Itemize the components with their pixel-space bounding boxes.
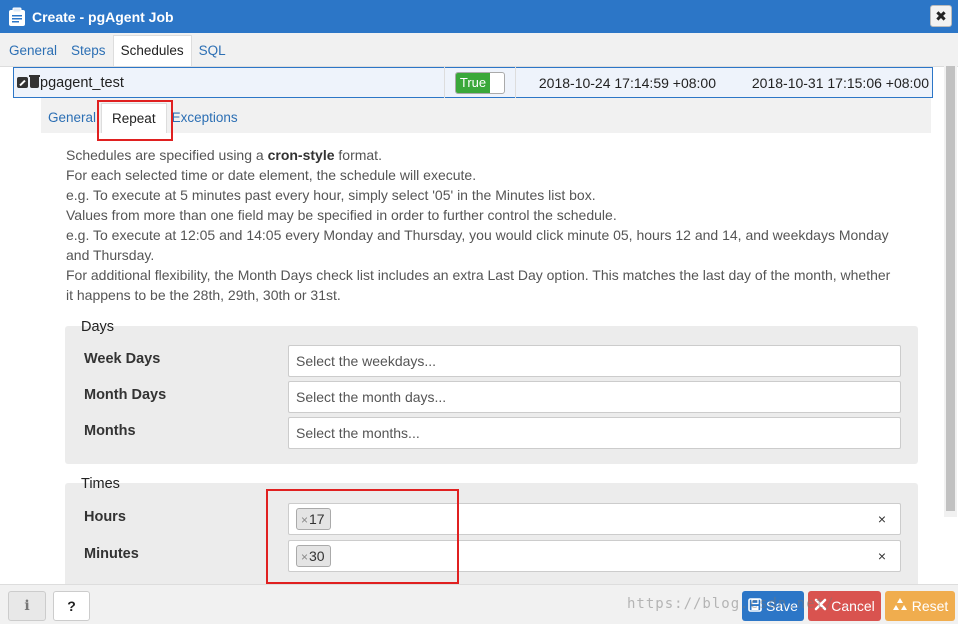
subtab-repeat[interactable]: Repeat: [101, 103, 167, 133]
close-button[interactable]: ✖: [930, 5, 952, 27]
schedule-start: 2018-10-24 17:14:59 +08:00: [538, 74, 716, 91]
clipboard-icon: [8, 7, 26, 27]
remove-chip-icon[interactable]: ×: [301, 550, 308, 564]
tab-general[interactable]: General: [2, 36, 64, 66]
schedules-content: pgagent_test True 2018-10-24 17:14:59 +0…: [0, 67, 958, 584]
help-line: e.g. To execute at 12:05 and 14:05 every…: [66, 227, 889, 263]
repeat-tab-body: Schedules are specified using a cron-sty…: [41, 133, 931, 584]
minutes-select[interactable]: ×30 ×: [288, 540, 901, 572]
vertical-scrollbar[interactable]: [944, 66, 957, 517]
help-line: e.g. To execute at 5 minutes past every …: [66, 187, 596, 203]
column-divider: [444, 67, 445, 98]
close-icon: ✖: [935, 7, 947, 24]
scrollbar-thumb[interactable]: [946, 66, 955, 511]
hours-select[interactable]: ×17 ×: [288, 503, 901, 535]
times-fieldset: Times Hours ×17 × Minutes ×30 ×: [65, 476, 918, 584]
tab-schedules[interactable]: Schedules: [112, 35, 192, 66]
reset-button[interactable]: Reset: [885, 591, 955, 621]
hours-chip-value: 17: [309, 511, 325, 527]
enabled-toggle-label: True: [456, 72, 490, 93]
week-days-label: Week Days: [84, 351, 161, 367]
title-bar: Create - pgAgent Job ✖: [0, 0, 958, 33]
help-line: For each selected time or date element, …: [66, 167, 477, 183]
window-title: Create - pgAgent Job: [32, 8, 174, 25]
schedule-name: pgagent_test: [40, 74, 124, 91]
recycle-icon: [892, 597, 908, 615]
help-text: Schedules are specified using a cron-sty…: [66, 145, 896, 305]
help-line: Values from more than one field may be s…: [66, 207, 617, 223]
help-button[interactable]: ?: [53, 591, 90, 621]
enabled-toggle[interactable]: True: [455, 71, 505, 94]
remove-chip-icon[interactable]: ×: [301, 513, 308, 527]
tab-steps[interactable]: Steps: [64, 36, 113, 66]
clear-hours-icon[interactable]: ×: [878, 504, 886, 534]
months-row: Months Select the months...: [65, 417, 918, 449]
tab-sql[interactable]: SQL: [192, 36, 233, 66]
week-days-select[interactable]: Select the weekdays...: [288, 345, 901, 377]
months-select[interactable]: Select the months...: [288, 417, 901, 449]
times-legend: Times: [81, 476, 120, 492]
hours-row: Hours ×17 ×: [65, 503, 918, 535]
question-icon: ?: [67, 598, 76, 614]
cancel-button[interactable]: Cancel: [808, 591, 881, 621]
info-button[interactable]: i: [8, 591, 46, 621]
help-line: format.: [334, 147, 382, 163]
month-days-select[interactable]: Select the month days...: [288, 381, 901, 413]
dialog-footer: i ? Save Cancel Reset: [0, 584, 958, 624]
schedule-end: 2018-10-31 17:15:06 +08:00: [751, 74, 929, 91]
clear-minutes-icon[interactable]: ×: [878, 541, 886, 571]
days-legend: Days: [81, 319, 115, 335]
cancel-x-icon: [814, 598, 827, 614]
months-label: Months: [84, 423, 136, 439]
subtab-exceptions[interactable]: Exceptions: [167, 103, 243, 133]
week-days-row: Week Days Select the weekdays...: [65, 345, 918, 377]
minutes-row: Minutes ×30 ×: [65, 540, 918, 572]
minutes-label: Minutes: [84, 546, 139, 562]
minutes-chip[interactable]: ×30: [296, 545, 331, 567]
month-days-label: Month Days: [84, 387, 167, 403]
edit-icon[interactable]: [17, 77, 28, 88]
cancel-label: Cancel: [831, 598, 875, 614]
reset-label: Reset: [911, 598, 949, 614]
info-icon: i: [24, 598, 30, 614]
month-days-row: Month Days Select the month days...: [65, 381, 918, 413]
schedule-sub-tabs: General Repeat Exceptions: [41, 98, 931, 133]
help-line: For additional flexibility, the Month Da…: [66, 267, 891, 303]
minutes-chip-value: 30: [309, 548, 325, 564]
help-bold-term: cron-style: [267, 147, 335, 163]
help-line: Schedules are specified using a: [66, 147, 268, 163]
save-label: Save: [766, 598, 798, 614]
save-button[interactable]: Save: [742, 591, 804, 621]
schedule-row[interactable]: pgagent_test True 2018-10-24 17:14:59 +0…: [13, 67, 933, 98]
hours-chip[interactable]: ×17: [296, 508, 331, 530]
main-tabs: General Steps Schedules SQL: [0, 33, 958, 67]
subtab-general[interactable]: General: [43, 103, 101, 133]
floppy-disk-icon: [748, 597, 762, 615]
hours-label: Hours: [84, 509, 126, 525]
trash-icon[interactable]: [29, 75, 40, 88]
days-fieldset: Days Week Days Select the weekdays... Mo…: [65, 319, 918, 464]
schedule-detail-panel: General Repeat Exceptions Schedules are …: [41, 98, 931, 584]
